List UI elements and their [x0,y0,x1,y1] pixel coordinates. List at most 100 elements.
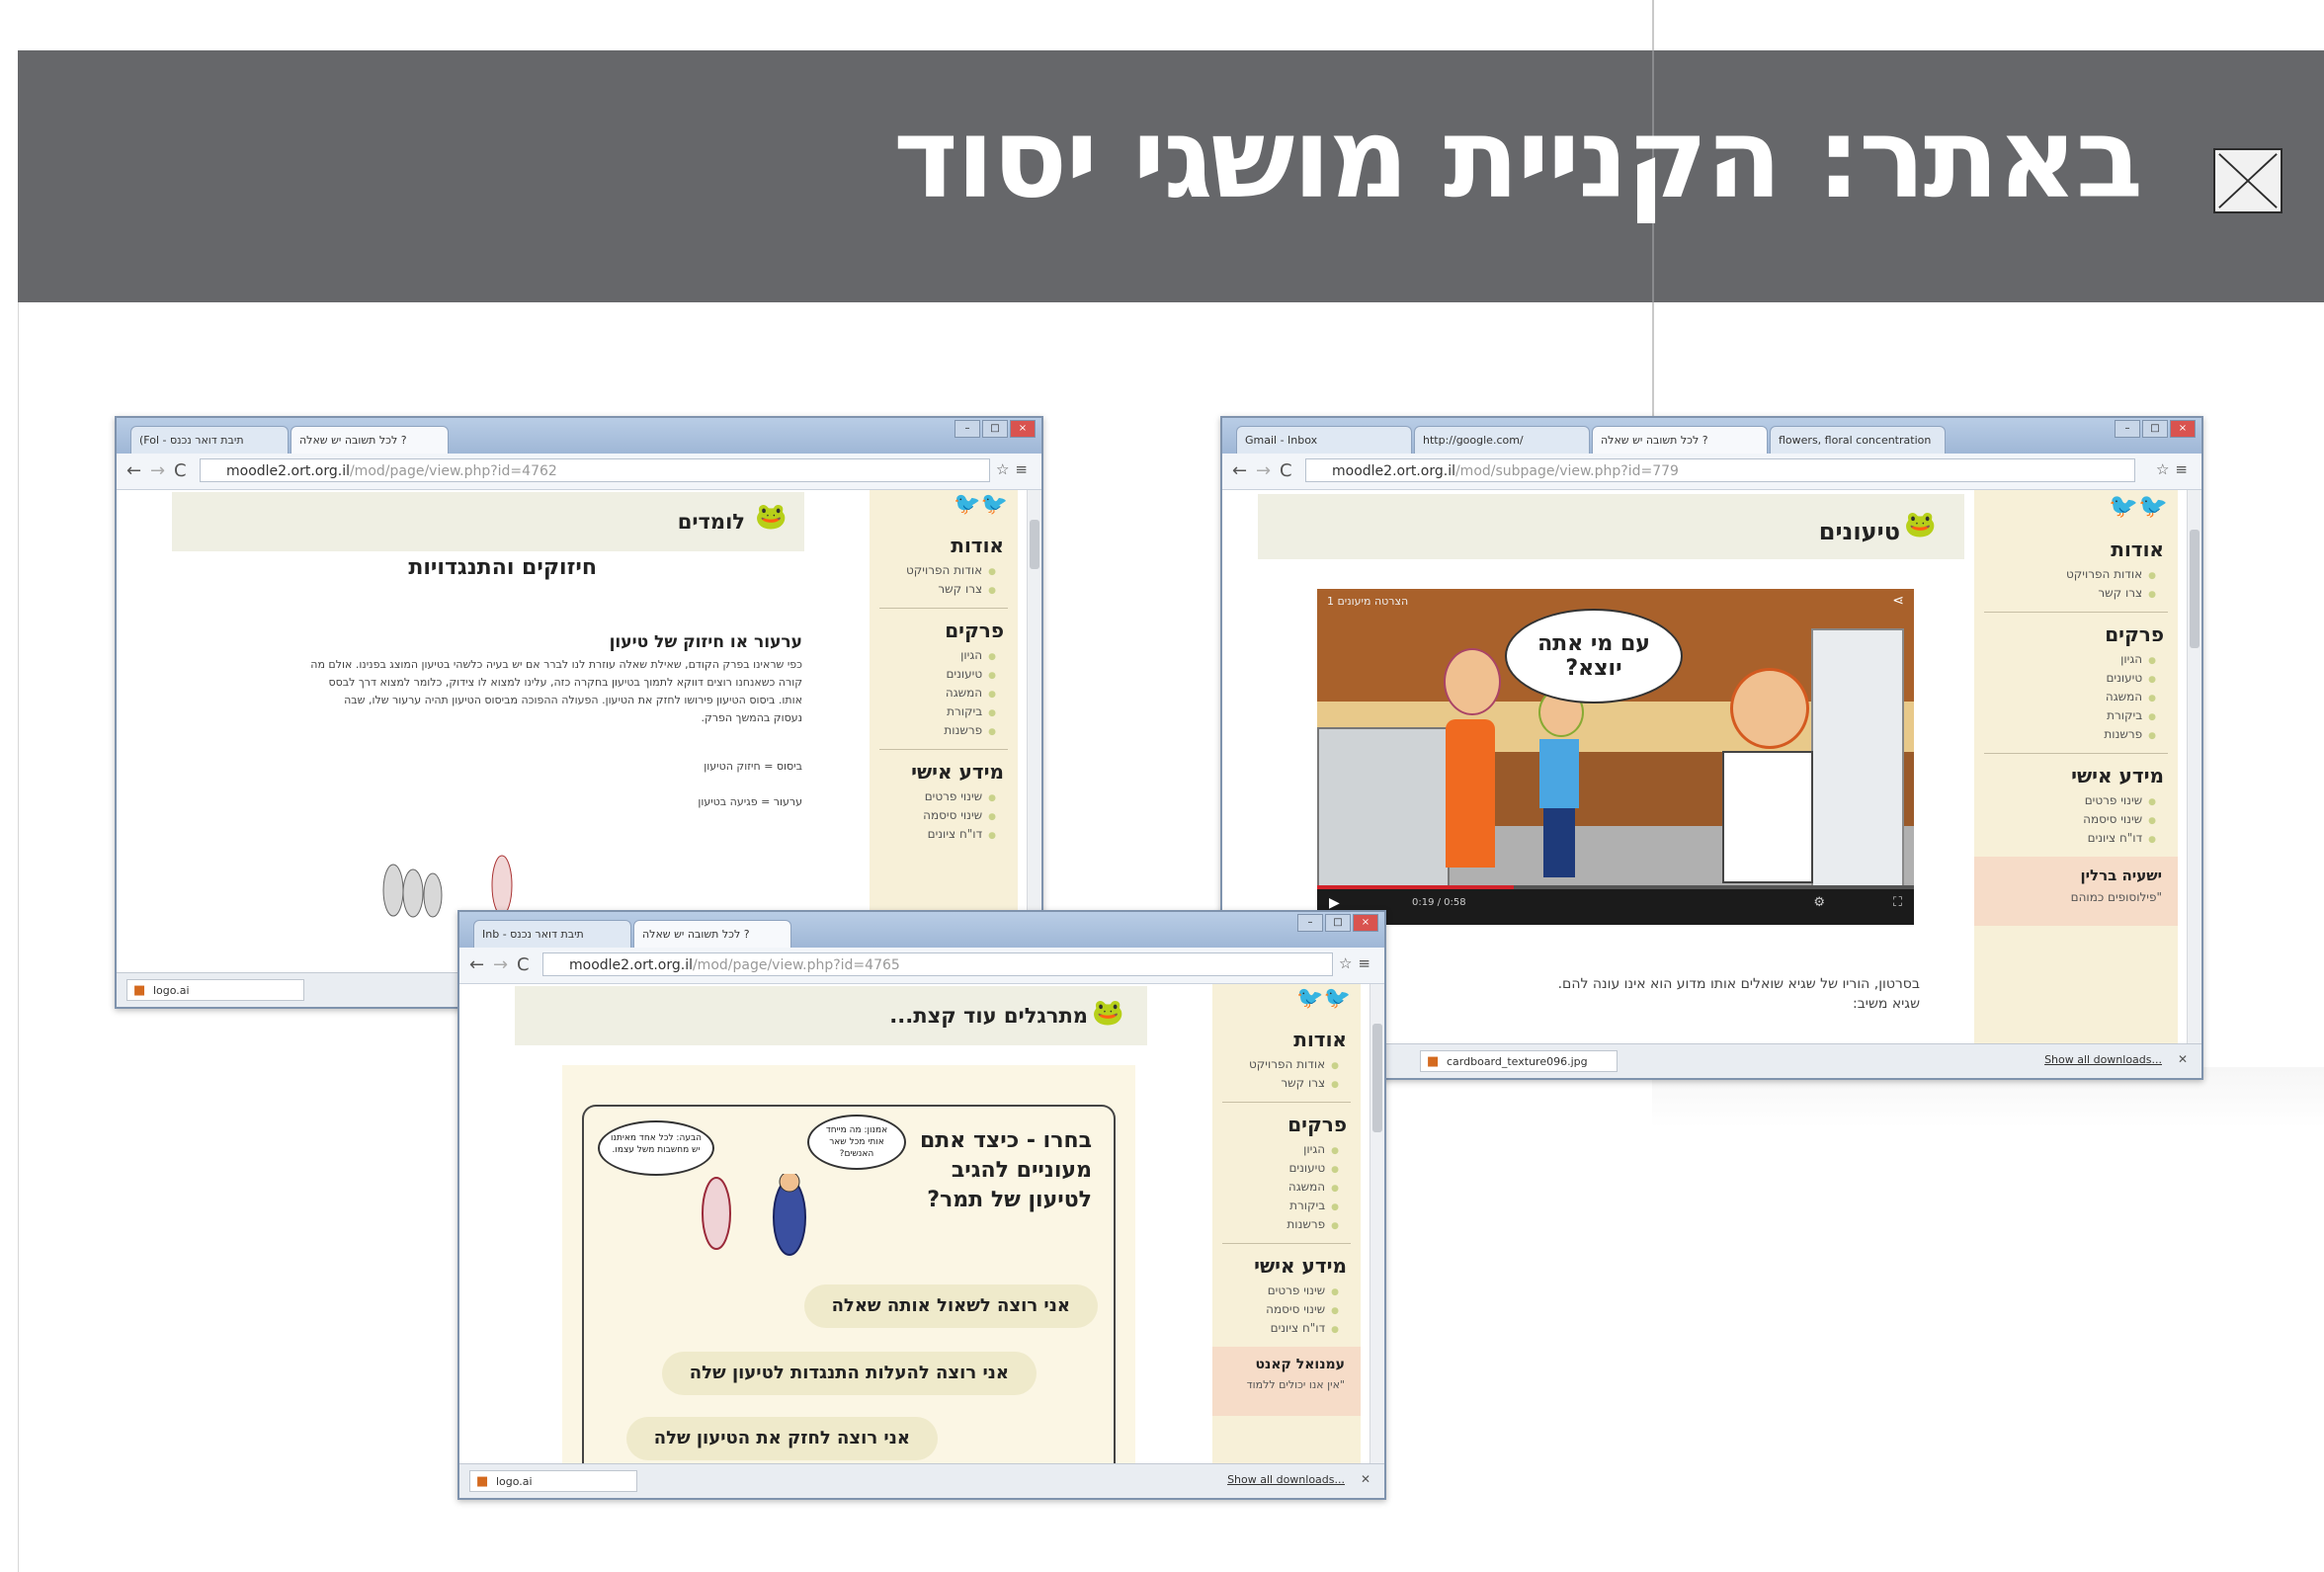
show-all-downloads-link[interactable]: Show all downloads... [2044,1053,2162,1066]
sidebar-heading-personal: מידע אישי [2071,764,2164,787]
back-icon[interactable]: ← [1232,459,1247,483]
option-ask-question[interactable]: אני רוצה לשאול אותה שאלה [803,1284,1098,1328]
tab-flowers[interactable]: flowers, floral concentration [1770,426,1946,454]
minimize-icon[interactable]: – [2115,420,2140,438]
tab-strip: (Fol - תיבת דואר נכנס לכל תשובה יש שאלה … [117,418,1041,454]
sidebar-item-chapter[interactable]: פרשנות [1212,1217,1339,1231]
prompt-line: לטיעון של תמר? [927,1188,1092,1212]
sidebar-item-contact[interactable]: צרו קשר [1974,586,2156,600]
tab-strip: Inb - תיבת דואר נכנס לכל תשובה יש שאלה ?… [459,912,1384,948]
sidebar-item-contact[interactable]: צרו קשר [870,582,996,596]
sidebar-item-personal[interactable]: שינוי פרטים [870,789,996,803]
reload-icon[interactable]: C [174,459,187,483]
sidebar-item-personal[interactable]: שינוי סיסמה [870,808,996,822]
sidebar-logo-icon: 🐦🐦 [2109,492,2168,520]
quote-name: ישעיה ברלין [2080,867,2162,884]
sidebar-item-about-project[interactable]: אודות הפרויקט [1974,567,2156,581]
sidebar-heading-chapters: פרקים [2105,622,2164,646]
download-item[interactable]: cardboard_texture096.jpg [1420,1050,1618,1072]
sidebar-item-chapter[interactable]: המשגה [870,686,996,700]
sidebar-item-chapter[interactable]: ביקורת [1974,708,2156,722]
play-icon[interactable]: ▶ [1329,895,1340,911]
tab-moodle[interactable]: לכל תשובה יש שאלה ? [1592,426,1768,454]
sidebar-item-personal[interactable]: שינוי פרטים [1974,793,2156,807]
fullscreen-icon[interactable]: ⛶ [1893,895,1902,910]
sidebar-item-chapter[interactable]: הגיון [1212,1142,1339,1156]
download-item[interactable]: logo.ai [469,1470,637,1492]
sidebar-item-chapter[interactable]: המשגה [1974,690,2156,703]
browser-toolbar: ← → C moodle2.ort.org.il/mod/page/view.p… [117,454,1041,490]
maximize-icon[interactable]: □ [982,420,1008,438]
settings-icon[interactable]: ⚙ [1813,895,1825,910]
sidebar-item-chapter[interactable]: פרשנות [870,723,996,737]
sidebar-item-chapter[interactable]: ביקורת [1212,1199,1339,1212]
back-icon[interactable]: ← [126,459,141,483]
tab-moodle[interactable]: לכל תשובה יש שאלה ? [290,426,449,454]
window-controls: – □ × [954,420,1036,438]
reload-icon[interactable]: C [517,953,530,977]
tab-google[interactable]: http://google.com/ [1414,426,1590,454]
url-host: moodle2.ort.org.il [569,957,693,973]
download-item[interactable]: logo.ai [126,979,304,1001]
close-window-icon[interactable]: × [2170,420,2196,438]
sidebar-item-personal[interactable]: דו"ח ציונים [1974,831,2156,845]
address-bar[interactable]: moodle2.ort.org.il/mod/page/view.php?id=… [200,458,990,482]
sidebar-item-personal[interactable]: שינוי סיסמה [1212,1302,1339,1316]
tab-gmail[interactable]: Gmail - Inbox [1236,426,1412,454]
close-download-bar-icon[interactable]: ✕ [1361,1472,1370,1486]
browser-actions-icon[interactable]: ☆≡ [2156,460,2194,478]
minimize-icon[interactable]: – [954,420,980,438]
forward-icon[interactable]: → [1256,459,1271,483]
sidebar-item-personal[interactable]: דו"ח ציונים [1212,1321,1339,1335]
definition-support: ביסוס = חיזוק הטיעון [704,760,802,773]
address-bar[interactable]: moodle2.ort.org.il/mod/page/view.php?id=… [542,952,1333,976]
page-title: טיעונים [1818,518,1900,545]
sidebar-item-chapter[interactable]: פרשנות [1974,727,2156,741]
sidebar-item-contact[interactable]: צרו קשר [1212,1076,1339,1090]
tab-moodle[interactable]: לכל תשובה יש שאלה ? [633,920,791,948]
minimize-icon[interactable]: – [1297,914,1323,932]
forward-icon[interactable]: → [493,953,508,977]
sidebar-item-chapter[interactable]: המשגה [1212,1180,1339,1194]
share-icon[interactable]: ⋖ [1892,593,1904,609]
show-all-downloads-link[interactable]: Show all downloads... [1227,1473,1345,1486]
frog-logo-icon: 🐸 [755,502,788,532]
reload-icon[interactable]: C [1280,459,1292,483]
browser-window-practice: Inb - תיבת דואר נכנס לכל תשובה יש שאלה ?… [457,910,1386,1500]
browser-actions-icon[interactable]: ☆≡ [1339,954,1376,972]
close-window-icon[interactable]: × [1353,914,1378,932]
sidebar-item-personal[interactable]: שינוי סיסמה [1974,812,2156,826]
scrollbar[interactable] [1370,984,1384,1498]
sidebar-item-personal[interactable]: שינוי פרטים [1212,1283,1339,1297]
sidebar-heading-personal: מידע אישי [911,760,1004,784]
sidebar-item-chapter[interactable]: טיעונים [870,667,996,681]
sidebar-item-chapter[interactable]: הגיון [1974,652,2156,666]
back-icon[interactable]: ← [469,953,484,977]
sidebar-item-chapter[interactable]: ביקורת [870,704,996,718]
frog-logo-icon: 🐸 [1092,998,1124,1028]
maximize-icon[interactable]: □ [2142,420,2168,438]
sidebar-item-chapter[interactable]: טיעונים [1974,671,2156,685]
option-strengthen[interactable]: אני רוצה לחזק את הטיעון שלה [625,1417,938,1460]
maximize-icon[interactable]: □ [1325,914,1351,932]
sidebar-item-about-project[interactable]: אודות הפרויקט [870,563,996,577]
video-progress[interactable] [1317,885,1914,889]
close-download-bar-icon[interactable]: ✕ [2178,1052,2188,1066]
scrollbar[interactable] [2187,490,2201,1078]
sidebar-item-chapter[interactable]: טיעונים [1212,1161,1339,1175]
sidebar-item-about-project[interactable]: אודות הפרויקט [1212,1057,1339,1071]
sidebar-divider [1984,753,2168,754]
video-player[interactable]: עם מי אתה יוצא? הצרטה מיעונים 1 ⋖ ▶ 0:19… [1317,589,1914,925]
close-window-icon[interactable]: × [1010,420,1036,438]
option-raise-objection[interactable]: אני רוצה להעלות התנגדות לטיעון שלה [661,1352,1037,1395]
stove [1317,727,1450,889]
sidebar-item-chapter[interactable]: הגיון [870,648,996,662]
tab-mail[interactable]: (Fol - תיבת דואר נכנס [130,426,289,454]
close-icon[interactable] [2213,148,2282,213]
browser-actions-icon[interactable]: ☆≡ [996,460,1034,478]
page-title: מתרגלים עוד קצת... [889,1004,1088,1028]
tab-mail[interactable]: Inb - תיבת דואר נכנס [473,920,631,948]
address-bar[interactable]: moodle2.ort.org.il/mod/subpage/view.php?… [1305,458,2135,482]
sidebar-item-personal[interactable]: דו"ח ציונים [870,827,996,841]
forward-icon[interactable]: → [150,459,165,483]
